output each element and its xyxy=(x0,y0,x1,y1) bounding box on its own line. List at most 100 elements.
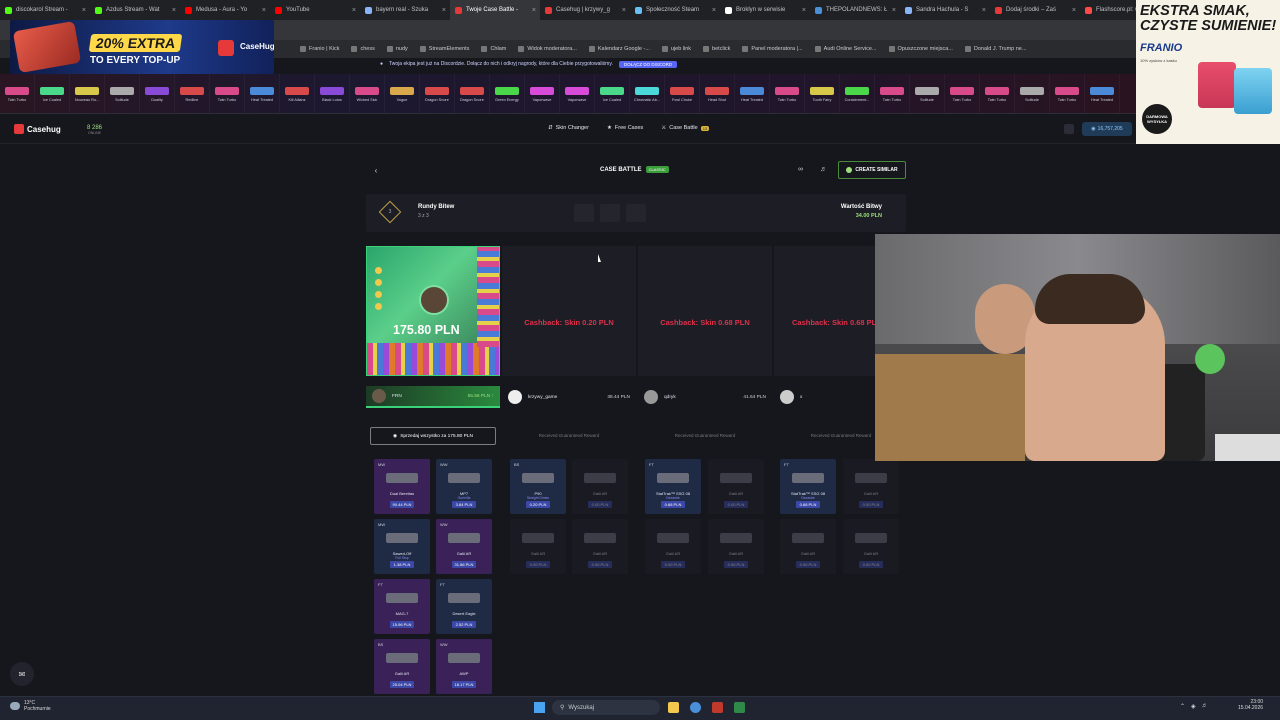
drop-item[interactable]: Dragon Snore xyxy=(420,74,455,113)
site-logo[interactable]: Casehug xyxy=(14,124,61,134)
case-thumb[interactable] xyxy=(574,204,594,222)
nav-case-battle[interactable]: ⚔ Case Battle 13 xyxy=(661,125,710,131)
item-card[interactable]: FT Desert Eagle 2.52 PLN xyxy=(436,579,492,634)
drop-item[interactable]: Nouveau Ro... xyxy=(70,74,105,113)
nav-free-cases[interactable]: ★ Free Cases xyxy=(607,125,643,131)
drop-item[interactable]: Twin Turbo xyxy=(210,74,245,113)
browser-tab[interactable]: Casehug | krzywy_g × xyxy=(540,0,630,20)
chevron-up-icon[interactable]: ⌃ xyxy=(1180,703,1185,710)
franio-ad[interactable]: EKSTRA SMAK, CZYSTE SUMIENIE! FRANIO 10%… xyxy=(1136,0,1280,144)
drop-item[interactable]: Ice Coaled xyxy=(595,74,630,113)
close-icon[interactable]: × xyxy=(262,7,266,14)
close-icon[interactable]: × xyxy=(442,7,446,14)
browser-tab[interactable]: bayern real - Szuka × xyxy=(360,0,450,20)
browser-tab[interactable]: Twoje Case Battle - × xyxy=(450,0,540,20)
item-card[interactable]: Galil AR 0.00 PLN xyxy=(843,519,899,574)
drop-item[interactable]: Head Shot xyxy=(700,74,735,113)
nav-skin-changer[interactable]: ⇵ Skin Changer xyxy=(548,125,589,131)
case-thumb[interactable] xyxy=(626,204,646,222)
bookmark-item[interactable]: Opuszczone miejsca... xyxy=(888,46,953,52)
item-card[interactable]: FT StatTrak™ SSG 08 Dezastre 0.68 PLN xyxy=(780,459,836,514)
volume-icon[interactable]: ♬ xyxy=(820,166,827,173)
drop-item[interactable]: Solitude xyxy=(105,74,140,113)
item-card[interactable]: Galil AR 0.00 PLN xyxy=(572,519,628,574)
infinity-icon[interactable]: ∞ xyxy=(798,166,803,173)
bookmark-item[interactable]: Audi Online Service... xyxy=(814,46,877,52)
close-icon[interactable]: × xyxy=(802,7,806,14)
item-card[interactable]: Galil AR 0.00 PLN xyxy=(572,459,628,514)
taskbar-search[interactable]: ⚲ Wyszukaj xyxy=(552,700,660,715)
item-card[interactable]: Galil AR 0.00 PLN xyxy=(708,459,764,514)
close-icon[interactable]: × xyxy=(352,7,356,14)
drop-item[interactable]: Heat Treated xyxy=(245,74,280,113)
drop-item[interactable]: Solitude xyxy=(1015,74,1050,113)
drop-item[interactable]: Duality xyxy=(140,74,175,113)
drop-item[interactable]: Black Lotus xyxy=(315,74,350,113)
sell-all-button[interactable]: ◉ Sprzedaj wszystko za 175.80 PLN xyxy=(370,427,496,445)
close-icon[interactable]: × xyxy=(532,7,536,14)
bookmark-item[interactable]: nudy xyxy=(386,46,408,52)
topup-promo-banner[interactable]: 20% EXTRA TO EVERY TOP-UP CaseHug xyxy=(10,20,274,74)
drop-item[interactable]: Twin Turbo xyxy=(945,74,980,113)
drop-item[interactable]: Containment... xyxy=(840,74,875,113)
item-card[interactable]: BS Galil AR 25.04 PLN xyxy=(374,639,430,694)
drop-item[interactable]: Vogue xyxy=(385,74,420,113)
browser-tab[interactable]: Sandra Hachula - S × xyxy=(900,0,990,20)
player-bar[interactable]: FRN 55.56 PLN ↑ xyxy=(366,386,500,408)
player-bar[interactable]: x xyxy=(774,386,875,408)
drop-item[interactable]: Heat Treated xyxy=(1085,74,1120,113)
item-card[interactable]: MW Sawed-Off Full Stop 1.38 PLN xyxy=(374,519,430,574)
bookmark-item[interactable]: Widok moderatora... xyxy=(518,46,577,52)
item-card[interactable]: WW AWP 18.17 PLN xyxy=(436,639,492,694)
item-card[interactable]: WW MP7 Guerrilla 3.84 PLN xyxy=(436,459,492,514)
drop-item[interactable]: Chromatic Ab... xyxy=(630,74,665,113)
bookmark-item[interactable]: chess xyxy=(351,46,375,52)
browser-tab[interactable]: Broklyn w serwisie × xyxy=(720,0,810,20)
close-icon[interactable]: × xyxy=(622,7,626,14)
drop-item[interactable]: Green Energy xyxy=(490,74,525,113)
file-explorer-icon[interactable] xyxy=(668,702,679,713)
item-card[interactable]: FT StatTrak™ SSG 08 Dezastre 0.68 PLN xyxy=(645,459,701,514)
drop-item[interactable]: Dragon Snore xyxy=(455,74,490,113)
drop-item[interactable]: Fowl Choke xyxy=(665,74,700,113)
bookmark-item[interactable]: betclick xyxy=(703,46,730,52)
drop-item[interactable]: Twin Turbo xyxy=(0,74,35,113)
case-thumb[interactable] xyxy=(600,204,620,222)
drop-item[interactable]: Heat Treated xyxy=(735,74,770,113)
clock[interactable]: 23:00 15.04.2026 xyxy=(1238,699,1263,711)
close-icon[interactable]: × xyxy=(712,7,716,14)
drop-item[interactable]: Twin Turbo xyxy=(1050,74,1085,113)
drop-item[interactable]: Vaporwave xyxy=(560,74,595,113)
item-card[interactable]: WW Galil AR 31.86 PLN xyxy=(436,519,492,574)
drop-item[interactable]: Ice Coaled xyxy=(35,74,70,113)
bookmark-item[interactable]: ujeb link xyxy=(661,46,691,52)
app-icon[interactable] xyxy=(734,702,745,713)
windows-start-icon[interactable] xyxy=(534,702,545,713)
browser-tab[interactable]: Azdus Stream - Wat × xyxy=(90,0,180,20)
drop-item[interactable]: Wicked Sick xyxy=(350,74,385,113)
player-bar[interactable]: krzywy_game 38.44 PLN xyxy=(502,386,636,408)
drop-item[interactable]: Twin Turbo xyxy=(875,74,910,113)
item-card[interactable]: Galil AR 0.00 PLN xyxy=(510,519,566,574)
browser-tab[interactable]: Medusa - Aura - Yo × xyxy=(180,0,270,20)
browser-tab[interactable]: Dodaj środki – Zaś × xyxy=(990,0,1080,20)
balance-display[interactable]: ◉ 16,757,205 xyxy=(1082,122,1132,136)
gift-icon[interactable] xyxy=(1064,124,1074,134)
player-bar[interactable]: qdryk 41.64 PLN xyxy=(638,386,772,408)
item-card[interactable]: Galil AR 0.00 PLN xyxy=(780,519,836,574)
item-card[interactable]: MW Dual Berettas 90.44 PLN xyxy=(374,459,430,514)
drop-item[interactable]: Solitude xyxy=(910,74,945,113)
bookmark-item[interactable]: StreamElements xyxy=(419,46,469,52)
weather-widget[interactable]: 13°C Pochmurnie xyxy=(10,700,51,712)
network-icon[interactable]: ◈ xyxy=(1191,703,1196,710)
item-card[interactable]: Galil AR 0.00 PLN xyxy=(843,459,899,514)
volume-icon[interactable]: ♬ xyxy=(1202,703,1208,710)
drop-item[interactable]: Twin Turbo xyxy=(770,74,805,113)
bookmark-item[interactable]: Donald J. Trump ne... xyxy=(964,46,1026,52)
discord-join-button[interactable]: DOŁĄCZ DO DISCORD xyxy=(618,60,678,68)
item-card[interactable]: Galil AR 0.00 PLN xyxy=(708,519,764,574)
drop-item[interactable]: Tooth Fairy xyxy=(805,74,840,113)
drop-item[interactable]: Kill Allianz xyxy=(280,74,315,113)
close-icon[interactable]: × xyxy=(982,7,986,14)
close-icon[interactable]: × xyxy=(82,7,86,14)
